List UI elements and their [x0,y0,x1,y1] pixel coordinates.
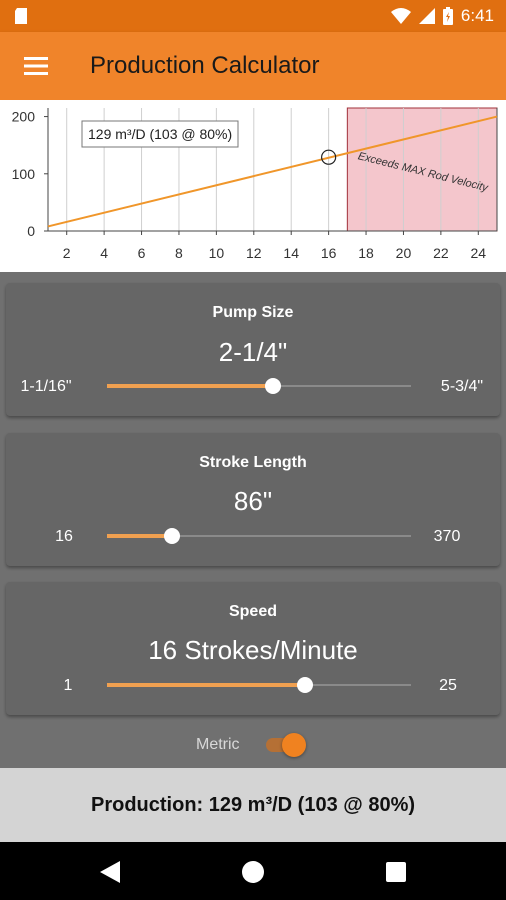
status-icons: 6:41 [390,0,494,32]
x-tick-label: 18 [358,245,374,261]
hamburger-icon [24,57,48,75]
pump-size-title: Pump Size [212,304,294,321]
status-bar: 6:41 [0,0,506,32]
pump-size-slider[interactable] [107,377,411,395]
home-icon[interactable] [242,861,264,883]
stroke-length-title: Stroke Length [199,454,307,471]
x-tick-label: 16 [321,245,337,261]
recents-icon[interactable] [386,862,406,882]
battery-icon [442,7,453,25]
stroke-length-min: 16 [55,528,73,545]
wifi-icon [390,8,411,24]
speed-value: 16 Strokes/Minute [148,635,358,665]
metric-label: Metric [196,736,240,753]
speed-card: Speed 16 Strokes/Minute 1 25 [6,582,500,715]
stroke-length-max: 370 [433,528,461,545]
stroke-length-card: Stroke Length 86" 16 370 [6,433,500,566]
pump-size-value: 2-1/4" [218,337,288,367]
speed-max: 25 [439,677,457,694]
pump-size-card: Pump Size 2-1/4" 1-1/16" 5-3/4" [6,283,500,416]
metric-toggle[interactable] [264,733,308,757]
legend-label: 129 m³/D (103 @ 80%) [88,126,232,142]
stroke-length-slider[interactable] [107,527,411,545]
menu-button[interactable] [14,44,58,88]
x-tick-label: 14 [283,245,299,261]
pump-size-slider-thumb[interactable] [264,378,281,394]
stroke-length-slider-thumb[interactable] [164,528,181,544]
x-tick-label: 20 [396,245,412,261]
back-icon[interactable] [100,861,120,883]
x-tick-label: 8 [175,245,183,261]
production-chart: 2 4 6 8 10 12 14 16 18 20 22 24 0 100 200 Exceeds MAX R… [0,100,506,272]
status-time: 6:41 [460,6,494,25]
speed-slider-thumb[interactable] [297,677,314,693]
speed-min: 1 [63,677,73,694]
x-tick-label: 4 [100,245,108,261]
app-bar: Production Calculator [0,32,506,100]
y-tick-label: 100 [12,166,36,182]
pump-size-min: 1-1/16" [20,378,72,395]
speed-title: Speed [228,603,277,620]
metric-row: Metric [0,728,506,762]
x-tick-label: 12 [246,245,262,261]
signal-icon [418,8,435,24]
speed-slider[interactable] [107,676,411,694]
sd-card-icon [15,8,27,24]
navigation-bar [0,842,506,900]
x-tick-label: 2 [63,245,71,261]
production-result: Production: 129 m³/D (103 @ 80%) [0,768,506,842]
x-tick-label: 22 [433,245,449,261]
x-tick-label: 6 [138,245,146,261]
stroke-length-value: 86" [233,486,273,516]
y-tick-label: 0 [27,223,35,239]
pump-size-max: 5-3/4" [440,378,484,395]
y-tick-label: 200 [12,109,36,125]
x-tick-label: 24 [471,245,487,261]
app-title: Production Calculator [90,52,320,79]
x-tick-label: 10 [209,245,225,261]
chart-svg: 2 4 6 8 10 12 14 16 18 20 22 240100200Exceeds MAX R… [12,107,498,261]
